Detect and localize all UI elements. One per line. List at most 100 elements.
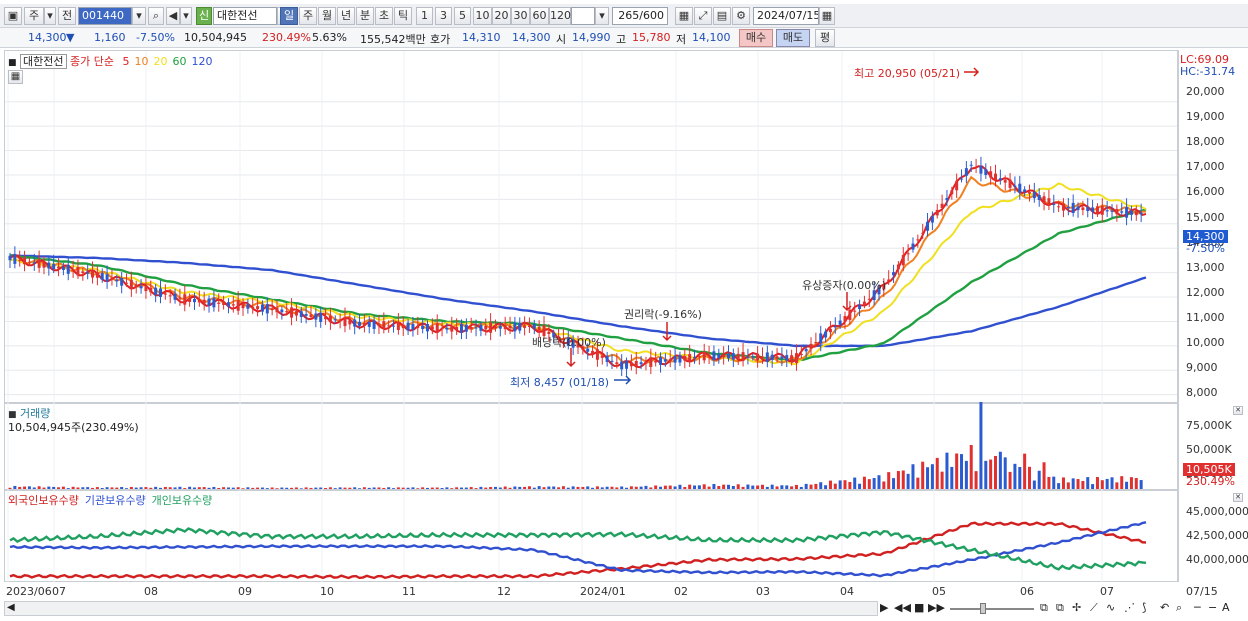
candle-body [726, 353, 730, 359]
fast-forward-icon[interactable]: ▶▶ [928, 601, 945, 614]
wave-icon[interactable]: ∿ [1106, 601, 1115, 614]
volume-bar [780, 485, 784, 489]
candle-body [372, 320, 376, 329]
volume-bar [547, 486, 551, 489]
undo-icon[interactable]: ↶ [1160, 601, 1169, 614]
candle-body [756, 353, 760, 361]
volume-bar [1110, 477, 1114, 489]
candle-body [746, 356, 750, 358]
copy-icon[interactable]: ⧉ [1040, 601, 1048, 615]
candle-body [921, 232, 925, 234]
zoom-out-icon[interactable]: − [1208, 601, 1217, 614]
volume-bar [377, 487, 381, 489]
volume-bar [712, 483, 716, 489]
trendline-icon[interactable]: ⟋ [1090, 601, 1098, 615]
candle-body [513, 322, 517, 332]
volume-bar [489, 487, 493, 489]
volume-bar [581, 486, 585, 489]
y-tick-label: 13,000 [1186, 260, 1225, 274]
candle-body [275, 307, 279, 313]
fib-icon[interactable]: ⋰ [1124, 601, 1135, 614]
volume-bar [421, 487, 425, 489]
candle-body [406, 322, 410, 331]
candle-body [896, 264, 900, 270]
zoom-slider-handle[interactable] [980, 603, 986, 614]
holdings-legend-item: 기관보유수량 [84, 494, 146, 507]
volume-bar [722, 484, 726, 489]
candle-body [314, 313, 318, 320]
volume-bar [139, 487, 143, 489]
candle-body [848, 309, 852, 320]
font-size-icon[interactable]: A [1222, 601, 1230, 614]
current-volume-pct: 230.49% [1186, 475, 1235, 488]
volume-bar [911, 464, 915, 489]
x-tick-label: 10 [320, 585, 334, 598]
candle-body [387, 325, 391, 327]
volume-bar [726, 484, 730, 489]
candle-body [673, 356, 677, 363]
candle-body [260, 304, 264, 312]
candle-body [231, 304, 235, 306]
candle-body [969, 164, 973, 166]
grid-toggle-icon[interactable]: ▦ [8, 70, 23, 84]
volume-bar [1013, 463, 1017, 489]
volume-bar [707, 486, 711, 489]
stop-icon[interactable]: ■ [914, 601, 924, 614]
layout-icon[interactable]: ⧉ [1056, 601, 1064, 615]
candle-body [625, 360, 629, 369]
volume-bar [799, 486, 803, 489]
holdings-legend-item: 개인보유수량 [151, 494, 213, 507]
volume-bar [328, 487, 332, 489]
volume-bar [634, 486, 638, 489]
candle-body [649, 357, 653, 367]
candle-body [518, 322, 522, 331]
candle-body [110, 278, 114, 280]
candle-body [605, 355, 609, 362]
volume-bar [154, 486, 158, 489]
minimize-icon[interactable]: ─ [1194, 601, 1201, 614]
volume-bar [86, 487, 90, 489]
zoom-slider[interactable] [950, 608, 1034, 610]
volume-bar [809, 484, 813, 489]
candle-body [76, 267, 80, 276]
volume-bar [1115, 482, 1119, 489]
volume-bar [23, 486, 27, 489]
volume-bar [731, 485, 735, 489]
pattern-icon[interactable]: ⟆ [1142, 601, 1146, 614]
volume-bar [989, 459, 993, 489]
panel-close-icon[interactable]: ✕ [1233, 406, 1243, 415]
candle-body [61, 266, 65, 271]
scroll-left-icon[interactable]: ◀ [7, 602, 15, 613]
volume-bar [411, 487, 415, 489]
magnify-icon[interactable]: ⌕ [1176, 601, 1182, 615]
panel-close-icon[interactable]: ✕ [1233, 493, 1243, 502]
horizontal-scrollbar[interactable]: ◀ [4, 601, 878, 616]
volume-bar [998, 451, 1002, 489]
candle-body [86, 272, 90, 274]
candle-body [1013, 185, 1017, 187]
next-icon[interactable]: ▶ [880, 601, 888, 614]
volume-bar [343, 487, 347, 489]
volume-bar [542, 487, 546, 489]
candle-body [770, 354, 774, 361]
y-tick-label: 17,000 [1186, 160, 1225, 174]
candle-body [1003, 180, 1007, 183]
volume-bar [994, 455, 998, 489]
event-arrow-icon [566, 348, 576, 368]
candle-body [843, 316, 847, 322]
bottom-controls: ▶ ◀◀ ■ ▶▶ ⧉ ⧉ ✢ ⟋ ∿ ⋰ ⟆ ↶ ⌕ ─ − A [880, 601, 1244, 617]
rewind-icon[interactable]: ◀◀ [894, 601, 911, 614]
volume-bar [571, 486, 575, 489]
volume-bar [1086, 477, 1090, 489]
volume-bar [639, 486, 643, 489]
candle-body [474, 327, 478, 329]
volume-bar [1032, 480, 1036, 489]
candle-body [285, 311, 289, 313]
volume-bar [125, 488, 129, 489]
candle-body [809, 343, 813, 349]
x-tick-label: 03 [756, 585, 770, 598]
crosshair-icon[interactable]: ✢ [1072, 601, 1081, 614]
volume-bar [241, 488, 245, 489]
volume-bar [71, 486, 75, 489]
candle-body [8, 255, 12, 261]
